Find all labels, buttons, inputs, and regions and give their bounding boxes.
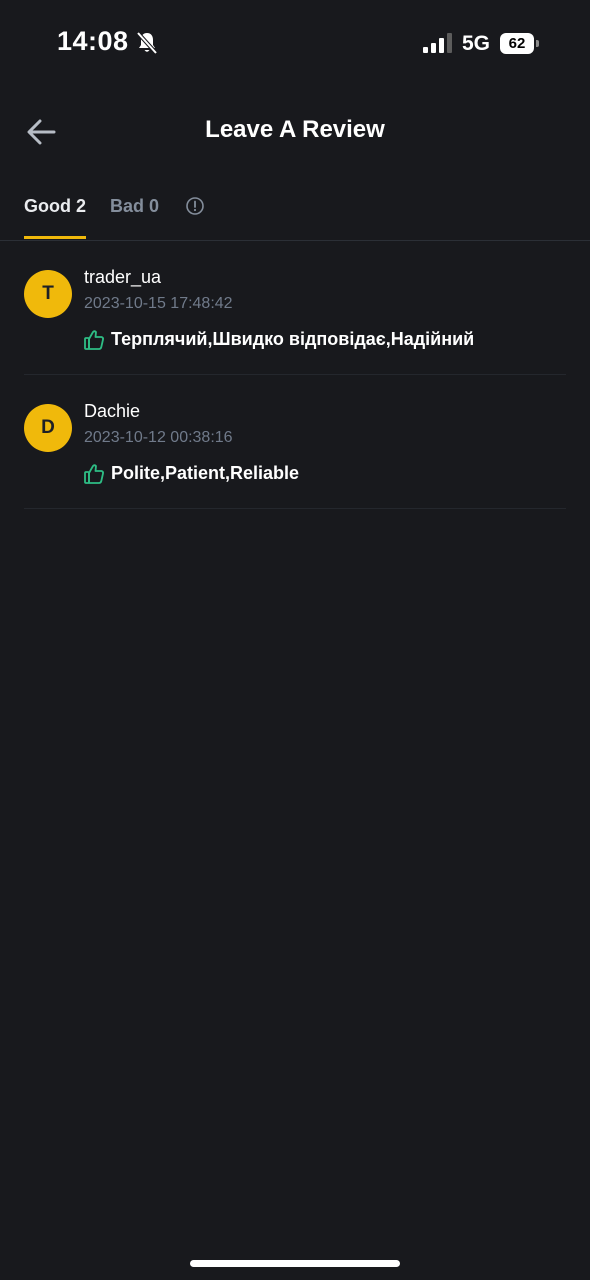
status-time: 14:08	[57, 26, 129, 56]
thumbs-up-icon	[84, 330, 104, 350]
network-label: 5G	[462, 32, 491, 55]
avatar: D	[24, 404, 72, 452]
review-tags: Терплячий,Швидко відповідає,Надійний	[111, 329, 475, 349]
battery-level: 62	[500, 33, 534, 54]
thumbs-up-icon	[84, 464, 104, 484]
info-icon[interactable]	[185, 196, 205, 216]
review-date: 2023-10-15 17:48:42	[84, 295, 233, 312]
tab-good[interactable]: Good 2	[24, 196, 86, 217]
battery-tip	[536, 40, 539, 47]
reviewer-name: Dachie	[84, 401, 141, 421]
review-item: D Dachie 2023-10-12 00:38:16 Polite,Pati…	[24, 375, 566, 509]
home-indicator[interactable]	[190, 1260, 400, 1267]
signal-icon	[423, 33, 452, 53]
battery-icon: 62	[500, 33, 539, 54]
review-tabs: Good 2 Bad 0	[0, 182, 590, 241]
review-list: T trader_ua 2023-10-15 17:48:42 Терплячи…	[0, 241, 590, 509]
review-date: 2023-10-12 00:38:16	[84, 429, 233, 446]
tab-bad[interactable]: Bad 0	[110, 196, 159, 217]
reviewer-name: trader_ua	[84, 267, 162, 287]
status-bar: 14:08 5G 62	[0, 0, 590, 88]
active-tab-indicator	[24, 236, 86, 239]
review-tags: Polite,Patient,Reliable	[111, 463, 300, 483]
header: Leave A Review	[0, 100, 590, 164]
page-title: Leave A Review	[205, 116, 385, 143]
review-item: T trader_ua 2023-10-15 17:48:42 Терплячи…	[24, 241, 566, 375]
avatar: T	[24, 270, 72, 318]
bell-muted-icon	[136, 31, 158, 55]
